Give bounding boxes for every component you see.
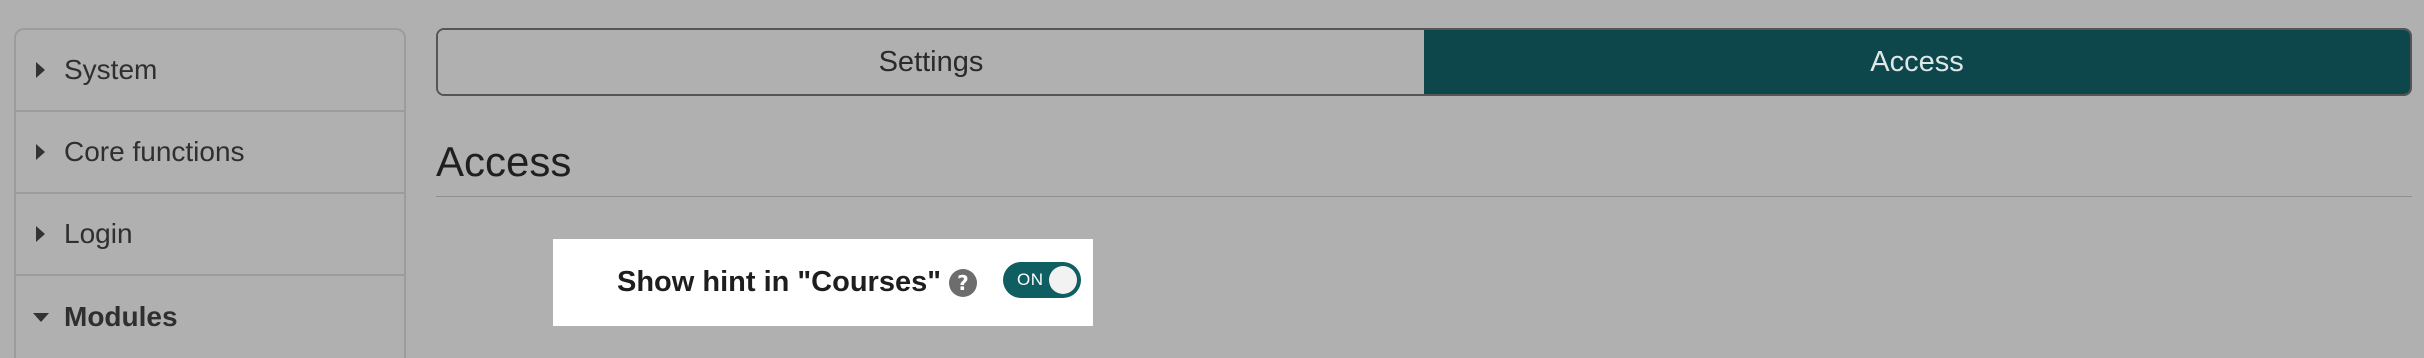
sidebar-item-login[interactable]: Login xyxy=(16,194,404,276)
caret-right-icon xyxy=(32,220,56,248)
sidebar-item-modules[interactable]: Modules xyxy=(16,276,404,358)
toggle-state-label: ON xyxy=(1016,269,1044,289)
tab-bar: Settings Access xyxy=(436,28,2412,96)
sidebar-item-label: Core functions xyxy=(64,136,245,167)
caret-right-icon xyxy=(32,138,56,166)
sidebar-item-core-functions[interactable]: Core functions xyxy=(16,112,404,194)
toggle-knob xyxy=(1048,265,1077,294)
sidebar: System Core functions Login Modules xyxy=(14,28,406,358)
tab-label: Access xyxy=(1870,45,1964,78)
sidebar-item-system[interactable]: System xyxy=(16,30,404,112)
sidebar-item-label: Login xyxy=(64,218,133,249)
caret-down-icon xyxy=(32,303,56,331)
show-hint-toggle[interactable]: ON xyxy=(1002,261,1081,298)
help-icon[interactable]: ? xyxy=(948,268,977,297)
sidebar-item-label: Modules xyxy=(64,301,178,332)
setting-row-show-hint: Show hint in "Courses" ? ON xyxy=(553,239,1093,326)
tab-label: Settings xyxy=(878,45,984,78)
title-divider xyxy=(436,196,2412,197)
setting-label: Show hint in "Courses" xyxy=(617,266,941,298)
tab-settings[interactable]: Settings xyxy=(438,30,1424,94)
caret-right-icon xyxy=(32,56,56,84)
page-title: Access xyxy=(436,138,572,185)
tab-access[interactable]: Access xyxy=(1424,30,2410,94)
sidebar-item-label: System xyxy=(64,54,158,85)
